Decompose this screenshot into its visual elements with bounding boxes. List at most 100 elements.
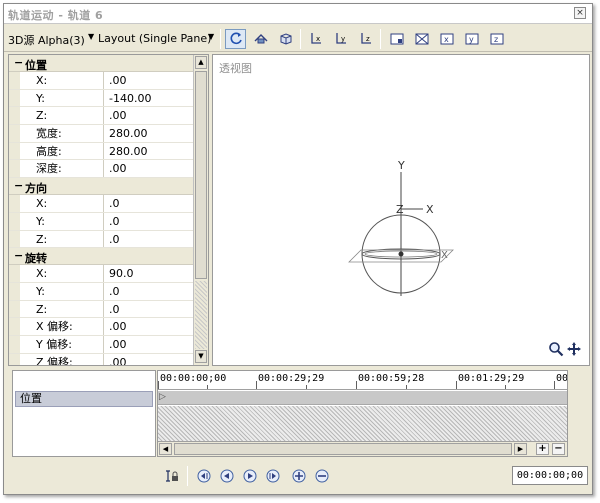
timeline-scroll-thumb[interactable] bbox=[174, 443, 512, 455]
property-value[interactable]: .00 bbox=[104, 354, 195, 365]
property-value[interactable]: 280.00 bbox=[104, 125, 195, 142]
property-row[interactable]: X: .0 bbox=[9, 195, 195, 213]
property-value[interactable]: .00 bbox=[104, 160, 195, 177]
property-value[interactable]: .00 bbox=[104, 107, 195, 124]
pan-icon[interactable] bbox=[566, 341, 582, 357]
close-button[interactable]: × bbox=[574, 7, 586, 19]
last-keyframe-button[interactable] bbox=[265, 468, 281, 484]
collapse-icon[interactable]: − bbox=[14, 56, 23, 69]
property-label: 高度: bbox=[20, 142, 104, 160]
ruler-label: 00:00:29;29 bbox=[258, 373, 325, 384]
next-keyframe-button[interactable] bbox=[242, 468, 258, 484]
zoom-icon[interactable] bbox=[548, 341, 564, 357]
prev-keyframe-button[interactable] bbox=[219, 468, 235, 484]
property-row[interactable]: Y: -140.00 bbox=[9, 89, 195, 108]
property-row[interactable]: X: 90.0 bbox=[9, 265, 195, 283]
scroll-up-icon[interactable]: ▲ bbox=[195, 56, 207, 69]
property-label: Z: bbox=[20, 107, 104, 125]
property-value[interactable]: .00 bbox=[104, 318, 195, 335]
cube-button[interactable] bbox=[275, 29, 296, 49]
property-row[interactable]: Z: .0 bbox=[9, 300, 195, 319]
delete-keyframe-button[interactable] bbox=[314, 468, 330, 484]
keyframe-marker-icon[interactable]: ▷ bbox=[159, 392, 166, 402]
axis-label-x: X bbox=[426, 203, 434, 216]
property-row[interactable]: Y: .0 bbox=[9, 282, 195, 301]
view-front-button[interactable] bbox=[386, 29, 407, 49]
property-row[interactable]: Z 偏移: .00 bbox=[9, 353, 195, 365]
svg-text:x: x bbox=[444, 35, 449, 44]
property-scrollbar[interactable]: ▲ ▼ bbox=[193, 55, 208, 365]
lock-y-button[interactable]: y bbox=[330, 29, 351, 49]
view-y-button[interactable]: y bbox=[461, 29, 482, 49]
axis-label-x-ring: X bbox=[441, 250, 448, 261]
collapse-icon[interactable]: − bbox=[14, 179, 23, 192]
window-title: 轨道运动 - 轨道 6 bbox=[8, 9, 104, 22]
scroll-left-icon[interactable]: ◀ bbox=[159, 443, 172, 455]
toolbar-separator bbox=[300, 29, 301, 49]
view-all-button[interactable] bbox=[411, 29, 432, 49]
scroll-right-icon[interactable]: ▶ bbox=[514, 443, 527, 455]
property-value[interactable]: .00 bbox=[104, 72, 195, 89]
svg-text:z: z bbox=[494, 35, 498, 44]
property-value[interactable]: 280.00 bbox=[104, 143, 195, 160]
property-row[interactable]: 深度: .00 bbox=[9, 160, 195, 179]
zoom-out-timeline-button[interactable]: − bbox=[552, 443, 565, 455]
scroll-track[interactable] bbox=[195, 281, 207, 349]
view-y-icon: y bbox=[465, 33, 478, 45]
property-row[interactable]: Z: .00 bbox=[9, 107, 195, 126]
property-value[interactable]: 90.0 bbox=[104, 265, 195, 282]
property-row[interactable]: Z: .0 bbox=[9, 230, 195, 249]
property-row[interactable]: Y 偏移: .00 bbox=[9, 335, 195, 354]
property-value[interactable]: .0 bbox=[104, 195, 195, 212]
lock-x-button[interactable]: x bbox=[305, 29, 326, 49]
timecode-field[interactable]: 00:00:00;00 bbox=[512, 466, 588, 485]
layout-select[interactable]: Layout (Single Pane) bbox=[98, 32, 211, 45]
timeline-scrollbar[interactable]: ◀ ▶ + − bbox=[158, 441, 567, 456]
property-row[interactable]: X 偏移: .00 bbox=[9, 318, 195, 336]
rotate-icon bbox=[230, 32, 242, 45]
property-value[interactable]: .00 bbox=[104, 336, 195, 353]
add-keyframe-button[interactable] bbox=[291, 468, 307, 484]
timeline[interactable]: 00:00:00;00 00:00:29;29 00:00:59;28 00:0… bbox=[157, 370, 568, 457]
section-header-rotation[interactable]: − 旋转 bbox=[9, 248, 195, 266]
timeline-inactive-region bbox=[158, 406, 567, 442]
keyframe-track[interactable]: ▷ bbox=[158, 391, 567, 405]
orbit-gizmo[interactable]: Y Z X X bbox=[343, 158, 463, 308]
property-label: Z 偏移: bbox=[20, 353, 104, 365]
perspective-viewport[interactable]: 透视图 Y Z X X bbox=[212, 54, 590, 366]
source-dropdown-icon[interactable]: ▼ bbox=[88, 32, 94, 41]
timeline-ruler[interactable]: 00:00:00;00 00:00:29;29 00:00:59;28 00:0… bbox=[158, 371, 567, 390]
view-front-icon bbox=[390, 33, 403, 45]
ruler-label: 00:00:59;28 bbox=[358, 373, 425, 384]
rotate-button[interactable] bbox=[225, 29, 246, 49]
view-x-button[interactable]: x bbox=[436, 29, 457, 49]
lock-y-axis-icon: y bbox=[335, 33, 346, 44]
track-label-position[interactable]: 位置 bbox=[15, 391, 153, 407]
property-label: X: bbox=[20, 195, 104, 212]
scroll-down-icon[interactable]: ▼ bbox=[195, 350, 207, 363]
property-value[interactable]: .0 bbox=[104, 213, 195, 230]
lock-z-button[interactable]: z bbox=[355, 29, 376, 49]
move-camera-button[interactable] bbox=[250, 29, 271, 49]
property-value[interactable]: .0 bbox=[104, 231, 195, 248]
section-header-orientation[interactable]: − 方向 bbox=[9, 178, 195, 196]
property-label: Y: bbox=[20, 212, 104, 230]
layout-dropdown-icon[interactable]: ▼ bbox=[208, 32, 214, 41]
source-select[interactable]: 3D源 Alpha(3) bbox=[8, 32, 85, 48]
property-value[interactable]: .0 bbox=[104, 301, 195, 318]
scroll-thumb[interactable] bbox=[195, 71, 207, 279]
lock-envelope-button[interactable] bbox=[164, 468, 180, 484]
property-row[interactable]: Y: .0 bbox=[9, 212, 195, 231]
first-keyframe-button[interactable] bbox=[196, 468, 212, 484]
section-header-position[interactable]: − 位置 bbox=[9, 55, 195, 72]
property-value[interactable]: -140.00 bbox=[104, 90, 195, 107]
property-row[interactable]: 高度: 280.00 bbox=[9, 142, 195, 161]
collapse-icon[interactable]: − bbox=[14, 249, 23, 262]
property-row[interactable]: 宽度: 280.00 bbox=[9, 125, 195, 143]
property-row[interactable]: X: .00 bbox=[9, 72, 195, 90]
zoom-in-timeline-button[interactable]: + bbox=[536, 443, 549, 455]
property-value[interactable]: .0 bbox=[104, 283, 195, 300]
keyframe-window: 轨道运动 - 轨道 6 × 3D源 Alpha(3) ▼ Layout (Sin… bbox=[3, 3, 593, 495]
view-z-button[interactable]: z bbox=[486, 29, 507, 49]
toolbar: 3D源 Alpha(3) ▼ Layout (Single Pane) ▼ x … bbox=[4, 26, 592, 52]
